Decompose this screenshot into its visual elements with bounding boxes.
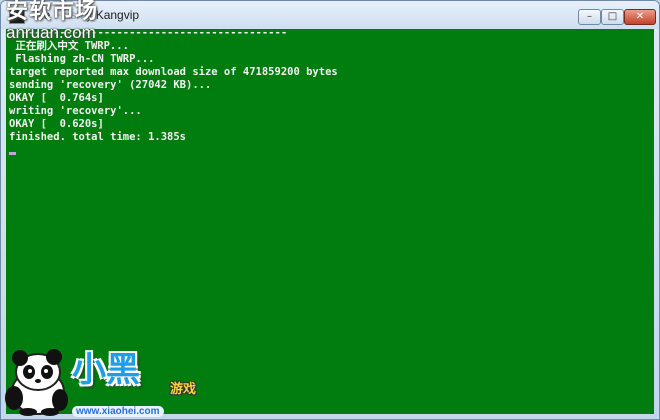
brand-big-text: 小黑 (72, 350, 140, 390)
brand-small-text: 游戏 (170, 382, 197, 397)
console-line: sending 'recovery' (27042 KB)... (9, 79, 212, 91)
console-line: Flashing zh-CN TWRP... (9, 53, 155, 65)
console-line: OKAY [ 0.764s] (9, 92, 104, 104)
watermark-url: anruan.com (6, 23, 96, 42)
title-bar[interactable]: Ne Flash y Kangvip – □ ✕ (1, 1, 659, 29)
console-line: writing 'recovery'... (9, 105, 142, 117)
maximize-button[interactable]: □ (601, 9, 624, 25)
minimize-icon: – (587, 11, 592, 22)
anruan-watermark: 安软市场 anruan.com (6, 0, 98, 42)
panda-mascot-icon (5, 349, 68, 416)
xiaohei-brand-logo: 小黑 游戏 www.xiaohei.com (72, 350, 196, 417)
watermark-title: 安软市场 (6, 0, 99, 24)
maximize-icon: □ (607, 11, 618, 22)
console-line: finished. total time: 1.385s (9, 131, 187, 143)
minimize-button[interactable]: – (578, 9, 601, 25)
console-line: OKAY [ 0.620s] (9, 118, 104, 130)
console-line: target reported max download size of 471… (9, 66, 338, 78)
close-icon: ✕ (635, 11, 645, 22)
brand-url: www.xiaohei.com (72, 406, 164, 417)
close-button[interactable]: ✕ (624, 9, 656, 25)
text-cursor (9, 152, 16, 155)
